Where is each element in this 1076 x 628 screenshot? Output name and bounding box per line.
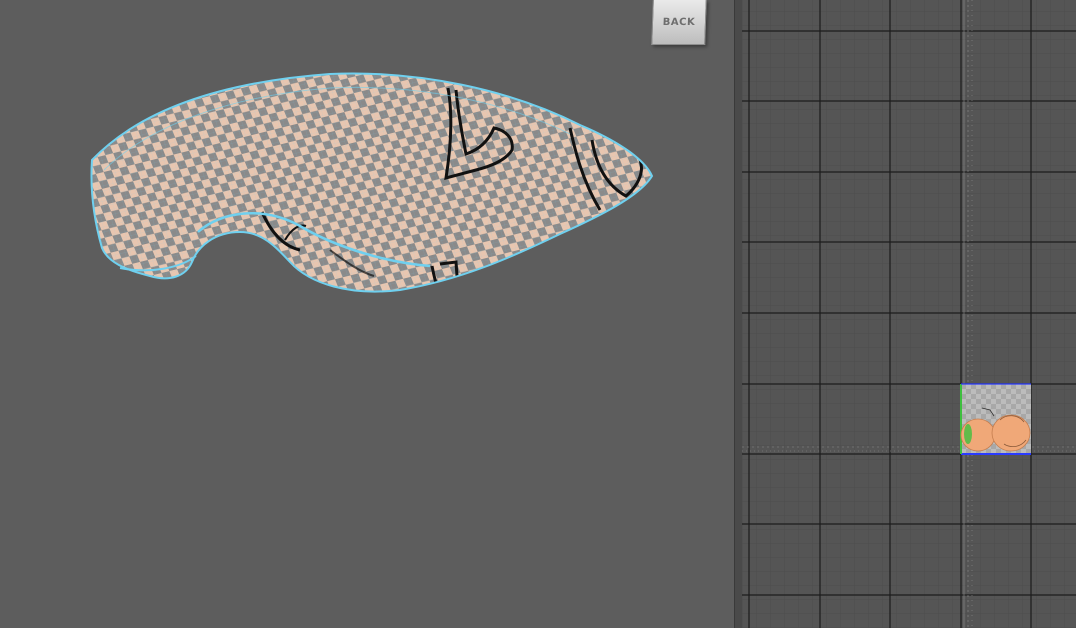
perspective-viewport[interactable]: BACK	[0, 0, 734, 628]
uv-grid-svg	[742, 0, 1076, 628]
viewcube-face-label: BACK	[662, 16, 696, 28]
mesh-svg	[80, 60, 670, 310]
viewcube[interactable]: BACK	[651, 0, 707, 45]
uv-editor[interactable]	[742, 0, 1076, 628]
uv-checker-mesh[interactable]	[80, 60, 670, 310]
maya-workspace: BACK	[0, 0, 1076, 628]
